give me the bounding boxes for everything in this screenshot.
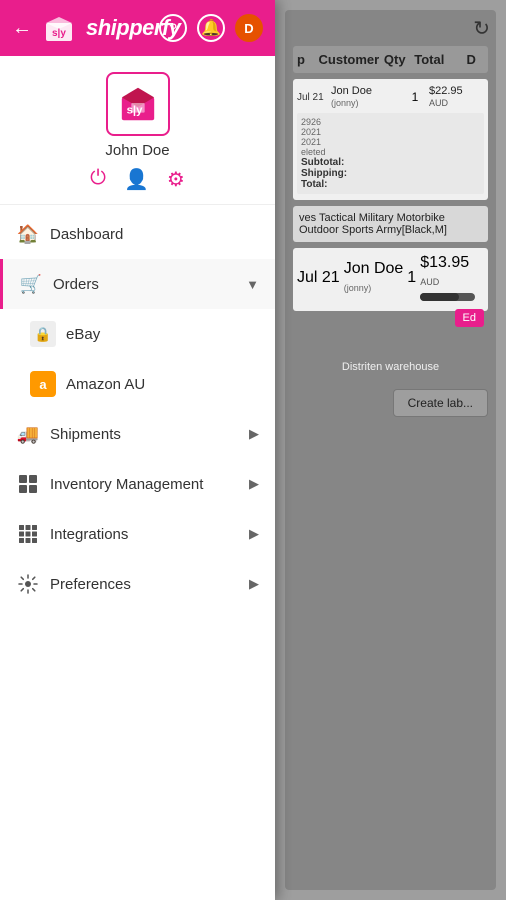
avatar-button[interactable]: D [235, 14, 263, 42]
shipping-label: Shipping: [301, 168, 347, 179]
sidebar-item-amazon-label: Amazon AU [66, 376, 145, 393]
sidebar-item-orders-label: Orders [53, 276, 246, 293]
sidebar-item-preferences-label: Preferences [50, 576, 249, 593]
sidebar-item-integrations[interactable]: Integrations ▶ [0, 509, 275, 559]
sidebar-item-dashboard-label: Dashboard [50, 226, 259, 243]
integrations-arrow-icon: ▶ [249, 526, 259, 542]
svg-text:s|y: s|y [126, 105, 143, 117]
sidebar-item-preferences[interactable]: Preferences ▶ [0, 559, 275, 609]
col-qty: Qty [384, 52, 410, 67]
table-header: p Customer Qty Total D [293, 46, 488, 73]
preferences-icon [16, 572, 40, 596]
sidebar-item-integrations-label: Integrations [50, 526, 249, 543]
product-description: ves Tactical Military Motorbike Outdoor … [293, 206, 488, 242]
order2-qty: 1 [407, 269, 416, 287]
svg-text:s|y: s|y [52, 28, 66, 39]
profile-section: s|y John Doe ⏻ 👤 ⚙ [0, 56, 275, 205]
profile-logo: s|y [106, 72, 170, 136]
sidebar-item-shipments[interactable]: 🚚 Shipments ▶ [0, 409, 275, 459]
sidebar-item-orders[interactable]: 🛒 Orders ▼ [0, 259, 275, 309]
preferences-arrow-icon: ▶ [249, 576, 259, 592]
col-total: Total [414, 52, 462, 67]
progress-bar [420, 293, 475, 301]
orders-arrow-icon: ▼ [246, 277, 259, 292]
sidebar-item-ebay[interactable]: 🔒 eBay [0, 309, 275, 359]
profile-actions: ⏻ 👤 ⚙ [90, 167, 185, 192]
subtotal-label: Subtotal: [301, 157, 344, 168]
back-button[interactable]: ← [12, 17, 32, 40]
order-row-2: Jul 21 Jon Doe (jonny) 1 $13.95 AUD Ed [293, 248, 488, 311]
sidebar-item-inventory-label: Inventory Management [50, 476, 249, 493]
nav-list: 🏠 Dashboard 🛒 Orders ▼ 🔒 eBay a Amazon A… [0, 205, 275, 900]
total-label: Total: [301, 179, 327, 190]
dashboard-icon: 🏠 [16, 222, 40, 246]
settings-gear-icon[interactable]: ⚙ [167, 167, 185, 192]
profile-name: John Doe [105, 142, 169, 159]
sidebar-item-amazon-au[interactable]: a Amazon AU [0, 359, 275, 409]
logo-icon: s|y [40, 13, 78, 43]
inventory-arrow-icon: ▶ [249, 476, 259, 492]
shipments-arrow-icon: ▶ [249, 426, 259, 442]
power-icon[interactable]: ⏻ [90, 167, 106, 192]
sidebar-item-inventory[interactable]: Inventory Management ▶ [0, 459, 275, 509]
sidebar: ← s|y shipperfy ? 🔔 D s|y John Doe ⏻ [0, 0, 275, 900]
top-bar: ← s|y shipperfy [0, 0, 275, 56]
order1-date: Jul 21 [297, 92, 327, 103]
edit-button[interactable]: Ed [455, 309, 484, 327]
order-row-1: Jul 21 Jon Doe (jonny) 1 $22.95 AUD 2926… [293, 79, 488, 200]
help-icon-button[interactable]: ? [159, 14, 187, 42]
order2-customer: Jon Doe (jonny) [344, 260, 404, 296]
order1-id: 2926 [301, 117, 480, 127]
main-content-inner: ↻ p Customer Qty Total D Jul 21 Jon Doe … [285, 10, 496, 890]
integrations-icon [16, 522, 40, 546]
refresh-icon[interactable]: ↻ [473, 16, 490, 41]
warehouse-label: Distriten warehouse [293, 361, 488, 373]
orders-icon: 🛒 [19, 272, 43, 296]
sidebar-item-shipments-label: Shipments [50, 426, 249, 443]
amazon-icon: a [30, 371, 56, 397]
bell-icon-button[interactable]: 🔔 [197, 14, 225, 42]
ebay-lock-icon: 🔒 [30, 321, 56, 347]
inventory-icon [16, 472, 40, 496]
col-p: p [297, 52, 315, 67]
sidebar-item-dashboard[interactable]: 🏠 Dashboard [0, 209, 275, 259]
create-label-button[interactable]: Create lab... [393, 389, 488, 417]
order1-total: $22.95 AUD [429, 85, 484, 109]
sidebar-item-ebay-label: eBay [66, 326, 100, 343]
order1-customer: Jon Doe (jonny) [331, 85, 401, 109]
main-content: ↻ p Customer Qty Total D Jul 21 Jon Doe … [275, 0, 506, 900]
order1-sub: 2926 2021 2021 eleted Subtotal: Shipping… [297, 113, 484, 194]
order2-date: Jul 21 [297, 269, 340, 287]
brand-logo-svg: s|y [114, 84, 162, 124]
order1-qty: 1 [405, 90, 425, 104]
col-customer: Customer [319, 52, 380, 67]
shipments-icon: 🚚 [16, 422, 40, 446]
order2-total: $13.95 AUD [420, 254, 475, 301]
col-d: D [466, 52, 484, 67]
user-icon[interactable]: 👤 [124, 167, 149, 192]
